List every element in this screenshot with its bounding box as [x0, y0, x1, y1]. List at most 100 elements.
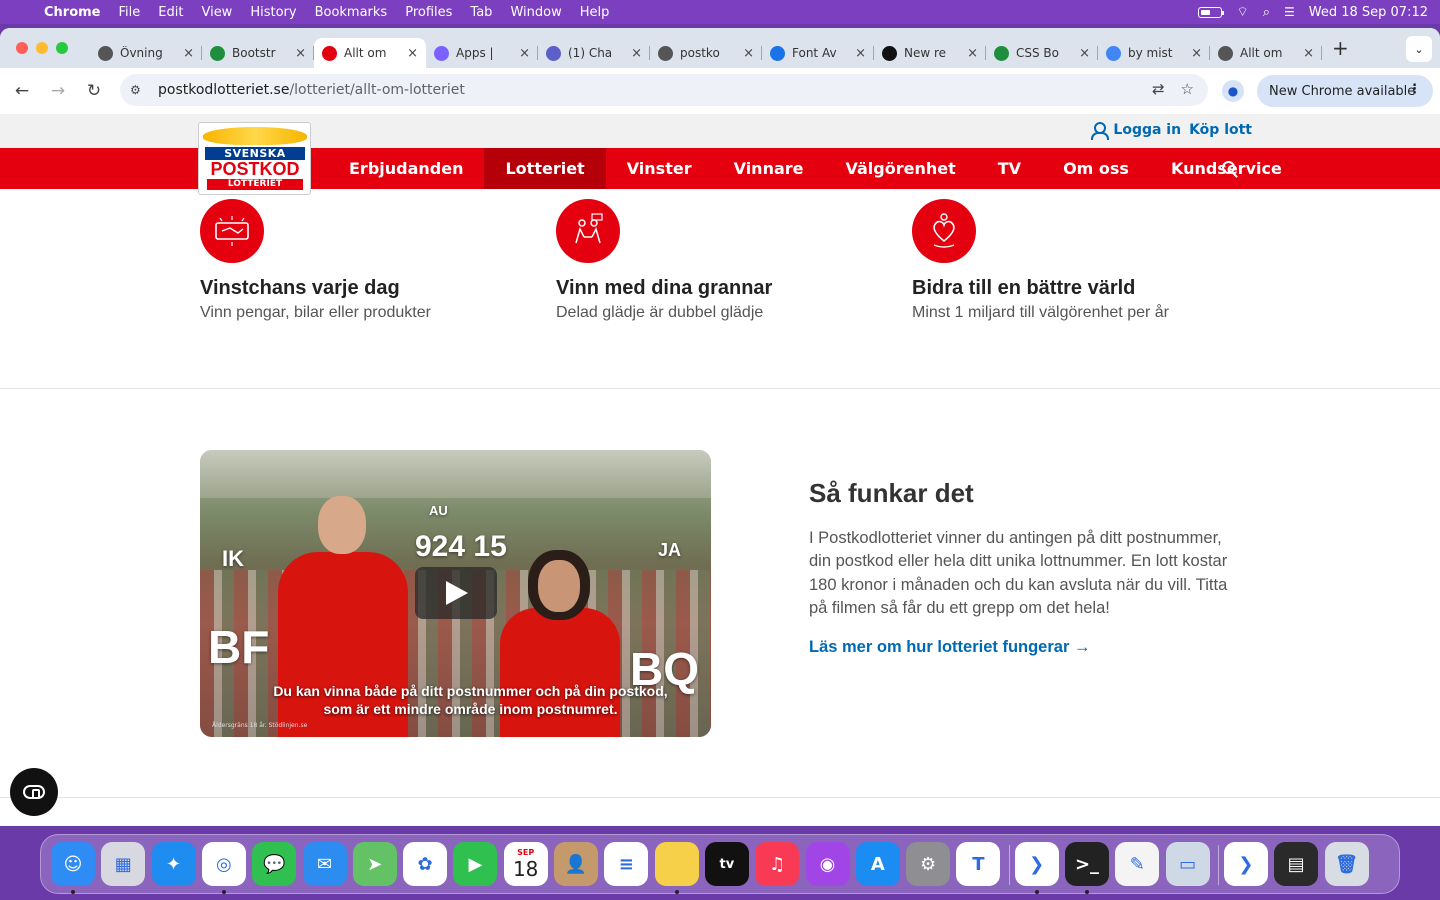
bookmark-star-icon[interactable]: ☆ — [1181, 80, 1194, 98]
menu-window[interactable]: Window — [501, 5, 570, 20]
dock-system-settings-icon[interactable]: ⚙ — [906, 842, 951, 886]
dock-preview-icon[interactable]: ▭ — [1165, 842, 1210, 886]
dock-teams-icon[interactable]: T — [956, 842, 1001, 886]
browser-tab[interactable]: Allt om × — [314, 38, 426, 68]
close-tab-icon[interactable]: × — [183, 46, 194, 61]
back-button[interactable]: ← — [4, 81, 40, 101]
clock[interactable]: Wed 18 Sep 07:12 — [1309, 5, 1428, 20]
new-tab-button[interactable]: + — [1332, 36, 1349, 60]
dock-mail-icon[interactable]: ✉ — [302, 842, 347, 886]
nav-item-välgörenhet[interactable]: Välgörenhet — [825, 148, 977, 189]
login-link[interactable]: Logga in — [1113, 122, 1181, 138]
dock-running-indicator — [221, 890, 226, 894]
close-tab-icon[interactable]: × — [967, 46, 978, 61]
menu-help[interactable]: Help — [571, 5, 619, 20]
postkodlotteriet-logo[interactable]: SVENSKA POSTKOD LOTTERIET — [198, 122, 311, 195]
reload-button[interactable]: ↻ — [76, 81, 112, 101]
nav-item-om-oss[interactable]: Om oss — [1042, 148, 1150, 189]
close-tab-icon[interactable]: × — [519, 46, 530, 61]
dock-app-store-icon[interactable]: A — [855, 842, 900, 886]
browser-tab[interactable]: Apps | × — [426, 38, 538, 68]
menu-view[interactable]: View — [192, 5, 241, 20]
menu-edit[interactable]: Edit — [149, 5, 192, 20]
search-icon[interactable]: ⌕ — [1263, 5, 1270, 20]
battery-icon[interactable] — [1198, 6, 1225, 18]
close-tab-icon[interactable]: × — [631, 46, 642, 61]
close-tab-icon[interactable]: × — [855, 46, 866, 61]
dock-reminders-icon[interactable]: ≡ — [604, 842, 649, 886]
teams-icon — [546, 45, 561, 61]
address-bar[interactable]: ⚙ postkodlotteriet.se/lotteriet/allt-om-… — [120, 74, 1208, 106]
accessibility-toggle-button[interactable] — [10, 768, 58, 816]
close-tab-icon[interactable]: × — [1191, 46, 1202, 61]
dock-messages-icon[interactable]: 💬 — [252, 842, 297, 886]
profile-avatar-icon[interactable]: ● — [1222, 80, 1244, 102]
menu-file[interactable]: File — [110, 5, 150, 20]
nav-item-tv[interactable]: TV — [977, 148, 1042, 189]
dock-vscode-2-icon[interactable]: ❯ — [1223, 842, 1268, 886]
menu-app-name[interactable]: Chrome — [40, 5, 110, 20]
browser-tab[interactable]: Bootstr × — [202, 38, 314, 68]
tab-title: (1) Cha — [568, 46, 613, 60]
site-info-icon[interactable]: ⚙ — [130, 83, 150, 97]
browser-tab[interactable]: (1) Cha × — [538, 38, 650, 68]
dock-vscode-icon[interactable]: ❯ — [1014, 842, 1059, 886]
read-more-link[interactable]: Läs mer om hur lotteriet fungerar → — [809, 638, 1239, 657]
dock-contacts-icon[interactable]: 👤 — [554, 842, 598, 886]
dock-photos-icon[interactable]: ✿ — [403, 842, 448, 886]
menu-tab[interactable]: Tab — [461, 5, 501, 20]
dock-music-icon[interactable]: ♫ — [755, 842, 800, 886]
dock-podcasts-icon[interactable]: ◉ — [805, 842, 850, 886]
dock-tv-icon[interactable]: tv — [704, 842, 749, 886]
dock-facetime-icon[interactable]: ▶ — [453, 842, 498, 886]
play-icon[interactable] — [415, 567, 497, 619]
dock-launchpad-icon[interactable]: ▦ — [101, 842, 146, 886]
dock-chrome-icon[interactable]: ◎ — [201, 842, 246, 886]
dock-safari-icon[interactable]: ✦ — [151, 842, 196, 886]
feature-item: Vinn med dina grannar Delad glädje är du… — [556, 199, 886, 322]
control-center-icon[interactable]: ☰ — [1284, 5, 1295, 19]
tab-search-button[interactable]: ⌄ — [1406, 36, 1432, 62]
dock-calendar-icon[interactable]: SEP 18 — [503, 842, 548, 886]
dock-screen-icon[interactable]: ▤ — [1274, 842, 1319, 886]
dock-trash-icon[interactable]: 🗑 — [1324, 842, 1369, 886]
more-menu-icon[interactable]: ⋮ — [1408, 82, 1421, 97]
browser-tab[interactable]: Allt om × — [1210, 38, 1322, 68]
close-tab-icon[interactable]: × — [407, 46, 418, 61]
nav-item-vinnare[interactable]: Vinnare — [713, 148, 825, 189]
browser-tab[interactable]: Font Av × — [762, 38, 874, 68]
zoom-window-button[interactable] — [56, 42, 68, 54]
video-player[interactable]: IK AU 924 15 JA BF BQ Du kan vinna både … — [200, 450, 711, 737]
dock-maps-icon[interactable]: ➤ — [352, 842, 397, 886]
tab-title: Allt om — [344, 46, 387, 60]
close-window-button[interactable] — [16, 42, 28, 54]
dock-separator — [1217, 845, 1219, 885]
forward-button[interactable]: → — [40, 81, 76, 101]
wifi-icon[interactable]: ⌔ — [1236, 4, 1248, 20]
close-tab-icon[interactable]: × — [295, 46, 306, 61]
dock-finder-icon[interactable]: ☺ — [51, 842, 95, 886]
close-tab-icon[interactable]: × — [1079, 46, 1090, 61]
browser-tab[interactable]: CSS Bo × — [986, 38, 1098, 68]
dock-notes-icon[interactable] — [654, 842, 699, 886]
menu-bookmarks[interactable]: Bookmarks — [306, 5, 397, 20]
menu-history[interactable]: History — [241, 5, 305, 20]
browser-tab[interactable]: postko × — [650, 38, 762, 68]
close-tab-icon[interactable]: × — [1303, 46, 1314, 61]
nav-item-erbjudanden[interactable]: Erbjudanden — [328, 148, 484, 189]
nav-item-vinster[interactable]: Vinster — [606, 148, 713, 189]
browser-tab[interactable]: by mist × — [1098, 38, 1210, 68]
site-search-icon[interactable] — [1222, 161, 1235, 174]
close-tab-icon[interactable]: × — [743, 46, 754, 61]
user-icon[interactable] — [1091, 122, 1110, 140]
dock-textedit-icon[interactable]: ✎ — [1115, 842, 1160, 886]
menu-profiles[interactable]: Profiles — [396, 5, 461, 20]
browser-tab[interactable]: Övning × — [90, 38, 202, 68]
translate-icon[interactable]: ⇄ — [1152, 80, 1165, 98]
new-chrome-available-button[interactable]: New Chrome available ⋮ — [1257, 75, 1433, 107]
dock-terminal-icon[interactable]: >_ — [1065, 842, 1109, 886]
browser-tab[interactable]: New re × — [874, 38, 986, 68]
minimize-window-button[interactable] — [36, 42, 48, 54]
nav-item-lotteriet[interactable]: Lotteriet — [484, 148, 606, 189]
buy-ticket-link[interactable]: Köp lott — [1189, 122, 1252, 138]
